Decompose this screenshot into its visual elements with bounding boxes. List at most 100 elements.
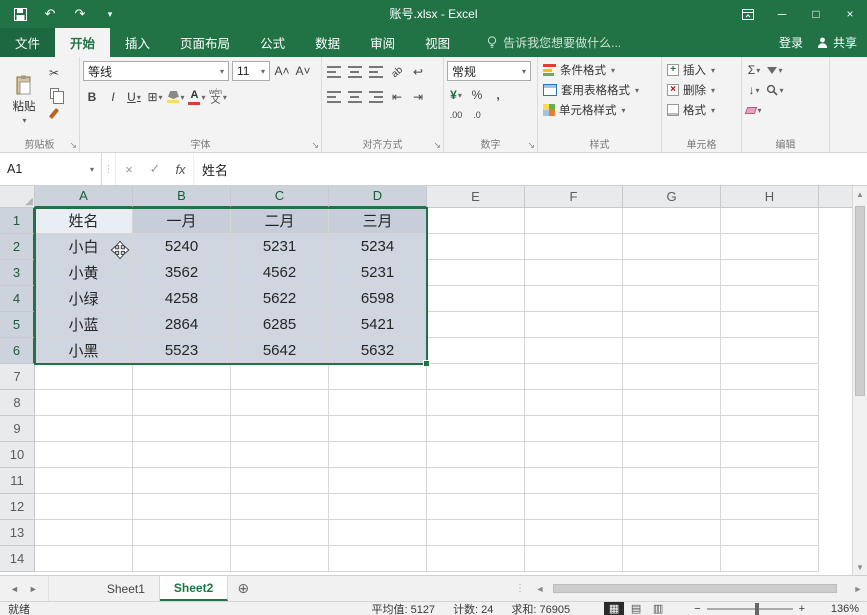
- cell-A10[interactable]: [35, 442, 133, 468]
- ribbon-display-options-button[interactable]: [731, 0, 765, 28]
- cell-B6[interactable]: 5523: [133, 338, 231, 364]
- cell-B4[interactable]: 4258: [133, 286, 231, 312]
- decrease-decimal-button[interactable]: .0: [468, 106, 486, 124]
- cell-H13[interactable]: [721, 520, 819, 546]
- cell-F14[interactable]: [525, 546, 623, 572]
- clipboard-dialog-launcher[interactable]: ↘: [69, 140, 77, 151]
- row-header-7[interactable]: 7: [0, 364, 35, 390]
- redo-button[interactable]: ↷: [72, 6, 88, 22]
- cell-E2[interactable]: [427, 234, 525, 260]
- ribbon-tab-审阅[interactable]: 审阅: [355, 28, 410, 57]
- ribbon-tab-视图[interactable]: 视图: [410, 28, 465, 57]
- cell-F4[interactable]: [525, 286, 623, 312]
- italic-button[interactable]: I: [104, 88, 122, 106]
- cell-C12[interactable]: [231, 494, 329, 520]
- cell-E5[interactable]: [427, 312, 525, 338]
- cell-A4[interactable]: 小绿: [35, 286, 133, 312]
- maximize-button[interactable]: □: [799, 0, 833, 28]
- cell-B5[interactable]: 2864: [133, 312, 231, 338]
- cell-G9[interactable]: [623, 416, 721, 442]
- cell-F2[interactable]: [525, 234, 623, 260]
- cell-E14[interactable]: [427, 546, 525, 572]
- cell-F3[interactable]: [525, 260, 623, 286]
- cell-C3[interactable]: 4562: [231, 260, 329, 286]
- vertical-scroll-thumb[interactable]: [855, 206, 865, 396]
- cell-B12[interactable]: [133, 494, 231, 520]
- cell-E13[interactable]: [427, 520, 525, 546]
- cell-G8[interactable]: [623, 390, 721, 416]
- scroll-up-icon[interactable]: ▲: [853, 186, 867, 202]
- fill-color-button[interactable]: ▾: [167, 88, 185, 106]
- font-color-button[interactable]: A▾: [188, 88, 206, 106]
- name-box[interactable]: A1 ▾: [0, 153, 102, 185]
- bold-button[interactable]: B: [83, 88, 101, 106]
- cell-C10[interactable]: [231, 442, 329, 468]
- cell-H14[interactable]: [721, 546, 819, 572]
- cell-E12[interactable]: [427, 494, 525, 520]
- increase-decimal-button[interactable]: .00: [447, 106, 465, 124]
- zoom-level[interactable]: 136%: [821, 603, 859, 615]
- cell-E7[interactable]: [427, 364, 525, 390]
- cell-C13[interactable]: [231, 520, 329, 546]
- zoom-slider-thumb[interactable]: [755, 603, 759, 615]
- cell-G14[interactable]: [623, 546, 721, 572]
- cell-H4[interactable]: [721, 286, 819, 312]
- paste-dropdown-icon[interactable]: ▾: [22, 116, 26, 125]
- alignment-dialog-launcher[interactable]: ↘: [433, 140, 441, 151]
- cell-D8[interactable]: [329, 390, 427, 416]
- cell-F10[interactable]: [525, 442, 623, 468]
- cell-A6[interactable]: 小黑: [35, 338, 133, 364]
- cell-H1[interactable]: [721, 208, 819, 234]
- formula-bar-splitter[interactable]: ⋮: [102, 153, 116, 185]
- cut-button[interactable]: ✂: [45, 64, 63, 82]
- decrease-indent-button[interactable]: ⇤: [388, 88, 406, 106]
- increase-indent-button[interactable]: ⇥: [409, 88, 427, 106]
- ribbon-tab-数据[interactable]: 数据: [300, 28, 355, 57]
- share-button[interactable]: 共享: [817, 34, 857, 51]
- cell-E4[interactable]: [427, 286, 525, 312]
- row-header-12[interactable]: 12: [0, 494, 35, 520]
- cell-B9[interactable]: [133, 416, 231, 442]
- cell-H3[interactable]: [721, 260, 819, 286]
- row-header-2[interactable]: 2: [0, 234, 35, 260]
- cell-E11[interactable]: [427, 468, 525, 494]
- cell-F1[interactable]: [525, 208, 623, 234]
- cell-F6[interactable]: [525, 338, 623, 364]
- close-button[interactable]: ×: [833, 0, 867, 28]
- row-header-10[interactable]: 10: [0, 442, 35, 468]
- cell-H6[interactable]: [721, 338, 819, 364]
- cell-A8[interactable]: [35, 390, 133, 416]
- bottom-align-button[interactable]: [367, 63, 385, 81]
- column-header-E[interactable]: E: [427, 186, 525, 208]
- cell-B2[interactable]: 5240: [133, 234, 231, 260]
- next-sheet-button[interactable]: ►: [29, 584, 38, 594]
- row-header-5[interactable]: 5: [0, 312, 35, 338]
- cell-B7[interactable]: [133, 364, 231, 390]
- middle-align-button[interactable]: [346, 63, 364, 81]
- column-header-B[interactable]: B: [133, 186, 231, 208]
- cell-F12[interactable]: [525, 494, 623, 520]
- cell-D12[interactable]: [329, 494, 427, 520]
- column-header-F[interactable]: F: [525, 186, 623, 208]
- cell-G1[interactable]: [623, 208, 721, 234]
- cell-C7[interactable]: [231, 364, 329, 390]
- format-painter-button[interactable]: [45, 104, 63, 122]
- horizontal-scrollbar[interactable]: ⋮ ◄ ►: [515, 576, 867, 601]
- cell-D13[interactable]: [329, 520, 427, 546]
- new-sheet-button[interactable]: ⊕: [228, 576, 258, 601]
- ribbon-tab-页面布局[interactable]: 页面布局: [165, 28, 245, 57]
- row-header-11[interactable]: 11: [0, 468, 35, 494]
- cell-C4[interactable]: 5622: [231, 286, 329, 312]
- row-header-9[interactable]: 9: [0, 416, 35, 442]
- cell-D3[interactable]: 5231: [329, 260, 427, 286]
- save-button[interactable]: [12, 6, 28, 22]
- row-header-4[interactable]: 4: [0, 286, 35, 312]
- cancel-entry-button[interactable]: ×: [116, 153, 142, 185]
- scroll-down-icon[interactable]: ▼: [853, 559, 867, 575]
- accounting-format-button[interactable]: ¥▾: [447, 86, 465, 104]
- cell-H2[interactable]: [721, 234, 819, 260]
- zoom-slider[interactable]: [707, 608, 793, 610]
- cell-H5[interactable]: [721, 312, 819, 338]
- copy-button[interactable]: [45, 84, 63, 102]
- cell-G7[interactable]: [623, 364, 721, 390]
